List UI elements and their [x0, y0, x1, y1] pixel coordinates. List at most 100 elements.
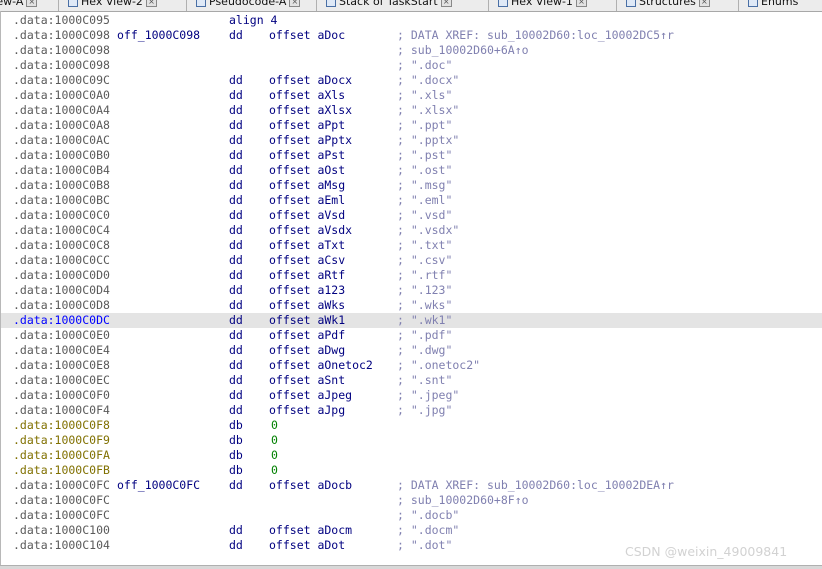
operand[interactable]: offset aPst — [269, 148, 345, 163]
listing-row[interactable]: .data:1000C0E0 dd offset aPdf ; ".pdf" — [1, 328, 822, 343]
comment[interactable]: ; ".txt" — [397, 238, 452, 253]
close-icon[interactable]: × — [440, 0, 452, 7]
comment[interactable]: ; DATA XREF: sub_10002D60:loc_10002DC5↑r — [397, 28, 674, 43]
horizontal-scrollbar[interactable] — [0, 565, 822, 569]
comment[interactable]: ; DATA XREF: sub_10002D60:loc_10002DEA↑r — [397, 478, 674, 493]
close-icon[interactable]: × — [145, 0, 157, 7]
operand[interactable]: offset aOnetoc2 — [269, 358, 373, 373]
listing-row[interactable]: .data:1000C0FC ; sub_10002D60+8F↑o — [1, 493, 822, 508]
comment[interactable]: ; ".docb" — [397, 508, 459, 523]
listing-row[interactable]: .data:1000C0FB db 0 — [1, 463, 822, 478]
tab-structures[interactable]: Structures × — [626, 0, 710, 10]
listing-row[interactable]: .data:1000C100 dd offset aDocm ; ".docm" — [1, 523, 822, 538]
close-icon[interactable]: × — [26, 0, 38, 7]
operand[interactable]: 0 — [271, 448, 278, 463]
operand[interactable]: offset a123 — [269, 283, 345, 298]
close-icon[interactable]: × — [289, 0, 301, 7]
comment[interactable]: ; ".wk1" — [397, 313, 452, 328]
comment[interactable]: ; ".pptx" — [397, 133, 459, 148]
disassembly-listing[interactable]: .data:1000C095 align 4 .data:1000C098 off_1… — [0, 11, 822, 568]
comment[interactable]: ; ".ost" — [397, 163, 452, 178]
comment[interactable]: ; ".csv" — [397, 253, 452, 268]
operand[interactable]: 0 — [271, 418, 278, 433]
operand[interactable]: offset aPpt — [269, 118, 345, 133]
comment[interactable]: ; ".docm" — [397, 523, 459, 538]
operand[interactable]: offset aMsg — [269, 178, 345, 193]
tab-enums[interactable]: Enums — [748, 0, 798, 10]
listing-row[interactable]: .data:1000C0A4 dd offset aXlsx ; ".xlsx" — [1, 103, 822, 118]
listing-row[interactable]: .data:1000C0AC dd offset aPptx ; ".pptx" — [1, 133, 822, 148]
operand[interactable]: 0 — [271, 433, 278, 448]
listing-row[interactable]: .data:1000C0F0 dd offset aJpeg ; ".jpeg" — [1, 388, 822, 403]
listing-row[interactable]: .data:1000C0C4 dd offset aVsdx ; ".vsdx" — [1, 223, 822, 238]
comment[interactable]: ; sub_10002D60+6A↑o — [397, 43, 529, 58]
listing-row[interactable]: .data:1000C0FC off_1000C0FC dd offset aDocb… — [1, 478, 822, 493]
listing-row[interactable]: .data:1000C0A8 dd offset aPpt ; ".ppt" — [1, 118, 822, 133]
listing-row[interactable]: .data:1000C098 off_1000C098 dd offset aDoc;… — [1, 28, 822, 43]
operand[interactable]: 0 — [271, 463, 278, 478]
comment[interactable]: ; ".123" — [397, 283, 452, 298]
comment[interactable]: ; ".jpg" — [397, 403, 452, 418]
tab-hex-view-2[interactable]: Hex View-2 × — [68, 0, 157, 10]
comment[interactable]: ; ".vsd" — [397, 208, 452, 223]
listing-row[interactable]: .data:1000C0D4 dd offset a123 ; ".123" — [1, 283, 822, 298]
listing-row[interactable]: .data:1000C0B8 dd offset aMsg ; ".msg" — [1, 178, 822, 193]
listing-row[interactable]: .data:1000C095 align 4 — [1, 13, 822, 28]
listing-row[interactable]: .data:1000C0E8 dd offset aOnetoc2 ; ".oneto… — [1, 358, 822, 373]
comment[interactable]: ; ".ppt" — [397, 118, 452, 133]
operand[interactable]: offset aRtf — [269, 268, 345, 283]
comment[interactable]: ; ".jpeg" — [397, 388, 459, 403]
tab-stack-of-taskstart[interactable]: Stack of TaskStart × — [326, 0, 452, 10]
comment[interactable]: ; ".snt" — [397, 373, 452, 388]
listing-row[interactable]: .data:1000C09C dd offset aDocx ; ".docx" — [1, 73, 822, 88]
operand[interactable]: offset aJpeg — [269, 388, 352, 403]
listing-row[interactable]: .data:1000C098 ; ".doc" — [1, 58, 822, 73]
operand[interactable]: offset aDocb — [269, 478, 352, 493]
comment[interactable]: ; ".vsdx" — [397, 223, 459, 238]
comment[interactable]: ; ".eml" — [397, 193, 452, 208]
close-icon[interactable]: × — [698, 0, 710, 7]
comment[interactable]: ; ".doc" — [397, 58, 452, 73]
listing-row[interactable]: .data:1000C098 ; sub_10002D60+6A↑o — [1, 43, 822, 58]
operand[interactable]: offset aDwg — [269, 343, 345, 358]
comment[interactable]: ; ".docx" — [397, 73, 459, 88]
operand[interactable]: offset aSnt — [269, 373, 345, 388]
operand[interactable]: offset aWks — [269, 298, 345, 313]
tab-hex-view-1[interactable]: Hex View-1 × — [498, 0, 587, 10]
listing-row[interactable]: .data:1000C0F8 db 0 — [1, 418, 822, 433]
tab-view-a[interactable]: View-A× — [0, 0, 38, 10]
comment[interactable]: ; ".dwg" — [397, 343, 452, 358]
listing-row[interactable]: .data:1000C0DC dd offset aWk1 ; ".wk1" — [1, 313, 822, 328]
listing-row[interactable]: .data:1000C0A0 dd offset aXls ; ".xls" — [1, 88, 822, 103]
comment[interactable]: ; ".dot" — [397, 538, 452, 553]
listing-row[interactable]: .data:1000C0CC dd offset aCsv ; ".csv" — [1, 253, 822, 268]
operand[interactable]: offset aCsv — [269, 253, 345, 268]
listing-row[interactable]: .data:1000C0C8 dd offset aTxt ; ".txt" — [1, 238, 822, 253]
operand[interactable]: offset aWk1 — [269, 313, 345, 328]
operand[interactable]: offset aXlsx — [269, 103, 352, 118]
operand[interactable]: offset aDocm — [269, 523, 352, 538]
comment[interactable]: ; ".onetoc2" — [397, 358, 480, 373]
comment[interactable]: ; ".rtf" — [397, 268, 452, 283]
comment[interactable]: ; ".pdf" — [397, 328, 452, 343]
listing-row[interactable]: .data:1000C0D0 dd offset aRtf ; ".rtf" — [1, 268, 822, 283]
listing-row[interactable]: .data:1000C0BC dd offset aEml ; ".eml" — [1, 193, 822, 208]
listing-row[interactable]: .data:1000C0EC dd offset aSnt ; ".snt" — [1, 373, 822, 388]
listing-row[interactable]: .data:1000C0E4 dd offset aDwg ; ".dwg" — [1, 343, 822, 358]
listing-row[interactable]: .data:1000C0D8 dd offset aWks ; ".wks" — [1, 298, 822, 313]
listing-row[interactable]: .data:1000C0B0 dd offset aPst ; ".pst" — [1, 148, 822, 163]
code-label[interactable]: off_1000C098 — [117, 28, 200, 43]
comment[interactable]: ; sub_10002D60+8F↑o — [397, 493, 529, 508]
operand[interactable]: offset aEml — [269, 193, 345, 208]
operand[interactable]: offset aVsdx — [269, 223, 352, 238]
operand[interactable]: offset aOst — [269, 163, 345, 178]
comment[interactable]: ; ".msg" — [397, 178, 452, 193]
operand[interactable]: offset aPdf — [269, 328, 345, 343]
operand[interactable]: offset aJpg — [269, 403, 345, 418]
listing-row[interactable]: .data:1000C0C0 dd offset aVsd ; ".vsd" — [1, 208, 822, 223]
comment[interactable]: ; ".wks" — [397, 298, 452, 313]
operand[interactable]: offset aVsd — [269, 208, 345, 223]
listing-row[interactable]: .data:1000C0FA db 0 — [1, 448, 822, 463]
listing-row[interactable]: .data:1000C0B4 dd offset aOst ; ".ost" — [1, 163, 822, 178]
listing-row[interactable]: .data:1000C0F9 db 0 — [1, 433, 822, 448]
